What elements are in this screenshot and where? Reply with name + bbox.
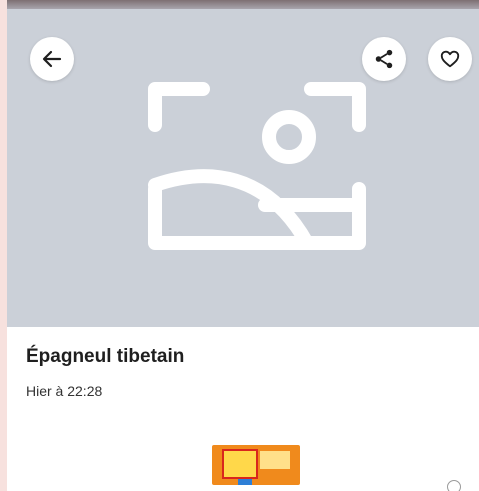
share-button[interactable]	[362, 37, 406, 81]
favorite-button[interactable]	[428, 37, 472, 81]
share-icon	[375, 49, 393, 69]
ad-thumbnail[interactable]	[212, 445, 300, 485]
heart-icon	[440, 50, 460, 68]
ad-info-icon[interactable]	[447, 480, 461, 491]
image-placeholder-icon	[148, 82, 366, 250]
listing-image-area[interactable]	[7, 9, 479, 327]
ad-accent	[238, 479, 252, 485]
arrow-left-icon	[42, 50, 62, 68]
status-bar	[7, 0, 479, 9]
listing-timestamp: Hier à 22:28	[26, 383, 103, 399]
back-button[interactable]	[30, 37, 74, 81]
app-screen: Épagneul tibetain Hier à 22:28	[7, 0, 479, 491]
ad-product-box	[260, 451, 290, 469]
ad-product-box	[222, 449, 258, 479]
listing-title: Épagneul tibetain	[26, 346, 185, 367]
